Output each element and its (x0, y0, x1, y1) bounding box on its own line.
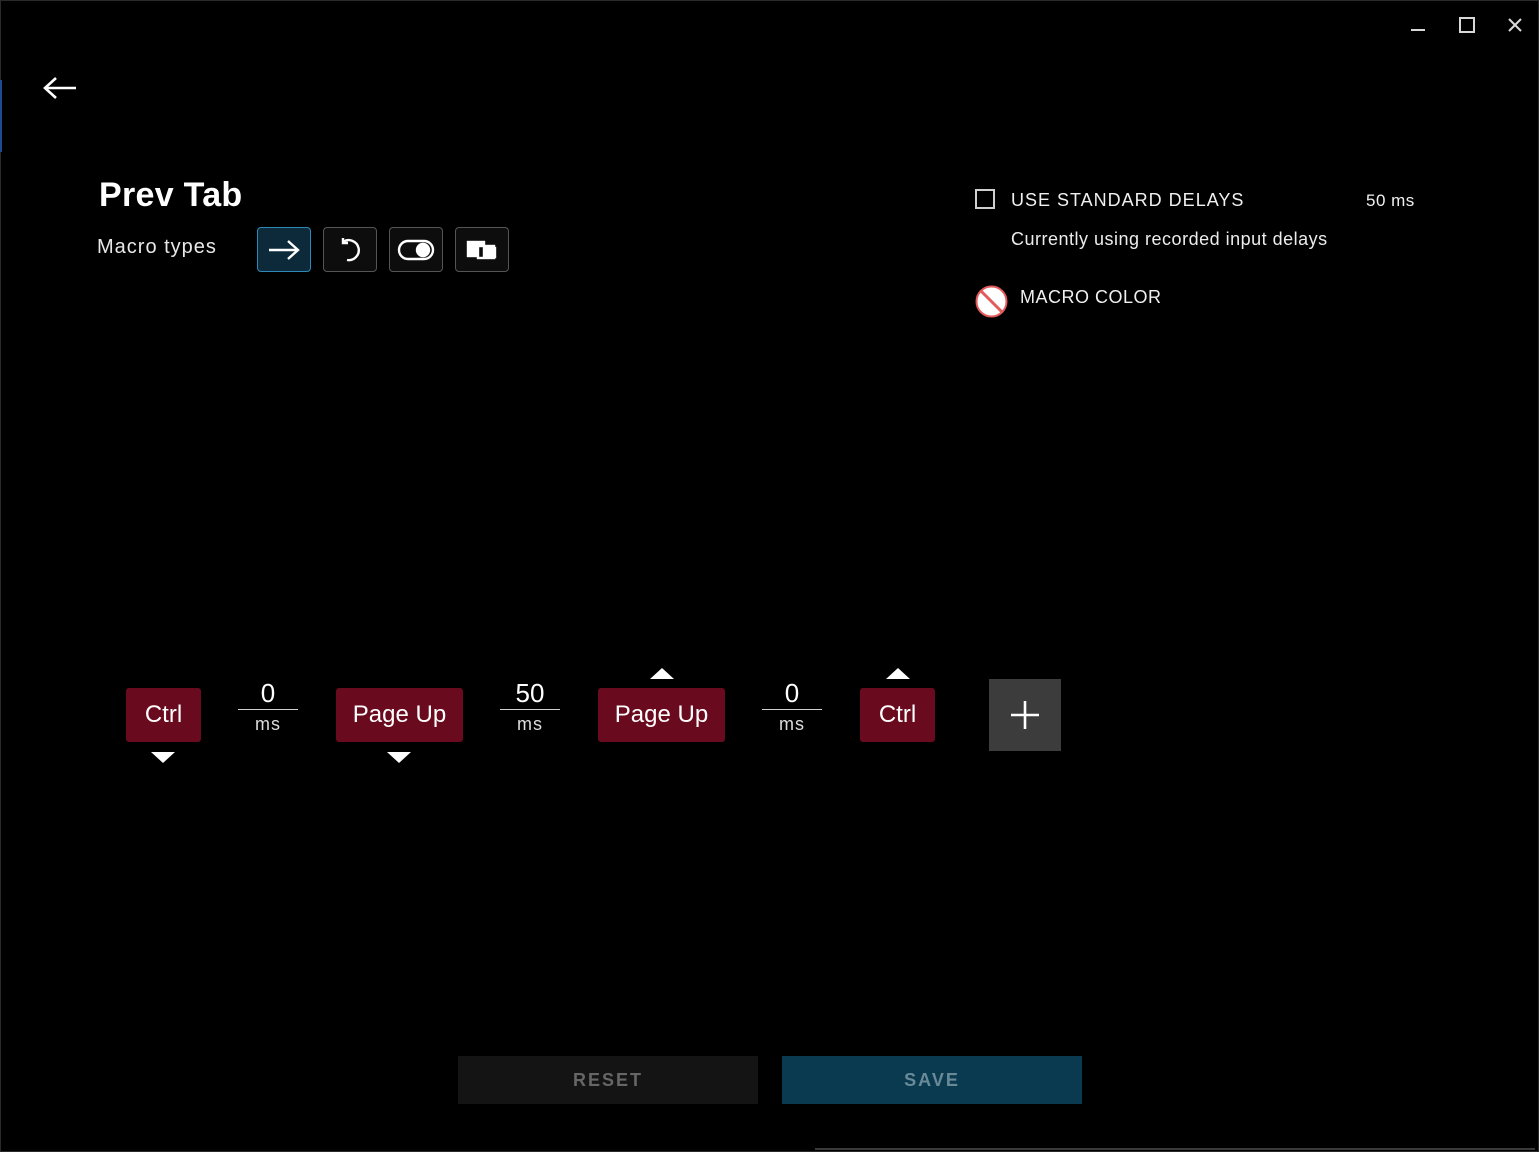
delay-value[interactable]: 0 (238, 676, 298, 710)
delay-unit: ms (255, 714, 281, 734)
delay-input[interactable]: 0 ms (238, 676, 298, 735)
reset-button[interactable]: RESET (458, 1056, 758, 1104)
key-down-indicator (387, 752, 411, 763)
standard-delays-checkbox[interactable] (975, 189, 995, 209)
sequence-icon (466, 240, 497, 259)
toggle-icon (397, 239, 435, 260)
sequence-key-pageup-up[interactable]: Page Up (598, 688, 725, 742)
delay-value[interactable]: 50 (500, 676, 560, 710)
save-button[interactable]: SAVE (782, 1056, 1082, 1104)
minimize-icon (1411, 29, 1425, 31)
repeat-icon (341, 237, 360, 261)
delay-unit: ms (779, 714, 805, 734)
left-accent-strip (0, 80, 2, 152)
close-button[interactable] (1501, 12, 1529, 38)
page-title: Prev Tab (99, 176, 243, 214)
macro-type-repeat-button[interactable] (323, 227, 377, 272)
close-icon (1508, 18, 1522, 32)
delay-input[interactable]: 0 ms (762, 676, 822, 735)
arrow-right-icon (269, 239, 300, 260)
plus-icon (1011, 701, 1039, 729)
minimize-button[interactable] (1404, 12, 1432, 38)
delay-value[interactable]: 0 (762, 676, 822, 710)
macro-types-label: Macro types (97, 236, 217, 258)
bottom-divider (815, 1148, 1535, 1150)
no-color-icon (975, 285, 1008, 318)
maximize-icon (1459, 17, 1475, 33)
key-up-indicator (886, 668, 910, 679)
key-up-indicator (650, 668, 674, 679)
sequence-key-pageup-down[interactable]: Page Up (336, 688, 463, 742)
sequence-key-ctrl-down[interactable]: Ctrl (126, 688, 201, 742)
standard-delays-value[interactable]: 50 ms (1366, 191, 1415, 211)
standard-delays-label: USE STANDARD DELAYS (1011, 190, 1245, 210)
key-down-indicator (151, 752, 175, 763)
maximize-button[interactable] (1453, 12, 1481, 38)
back-button[interactable] (40, 72, 80, 104)
macro-color-label[interactable]: MACRO COLOR (1020, 287, 1162, 308)
macro-type-toggle-button[interactable] (389, 227, 443, 272)
sequence-key-ctrl-up[interactable]: Ctrl (860, 688, 935, 742)
arrow-left-icon (43, 77, 76, 99)
window-border (0, 0, 1539, 1152)
add-action-button[interactable] (989, 679, 1061, 751)
macro-type-no-repeat-button[interactable] (257, 227, 311, 272)
delay-status-text: Currently using recorded input delays (1011, 229, 1328, 249)
macro-color-button[interactable] (975, 285, 1008, 318)
macro-type-sequence-button[interactable] (455, 227, 509, 272)
delay-unit: ms (517, 714, 543, 734)
delay-input[interactable]: 50 ms (500, 676, 560, 735)
